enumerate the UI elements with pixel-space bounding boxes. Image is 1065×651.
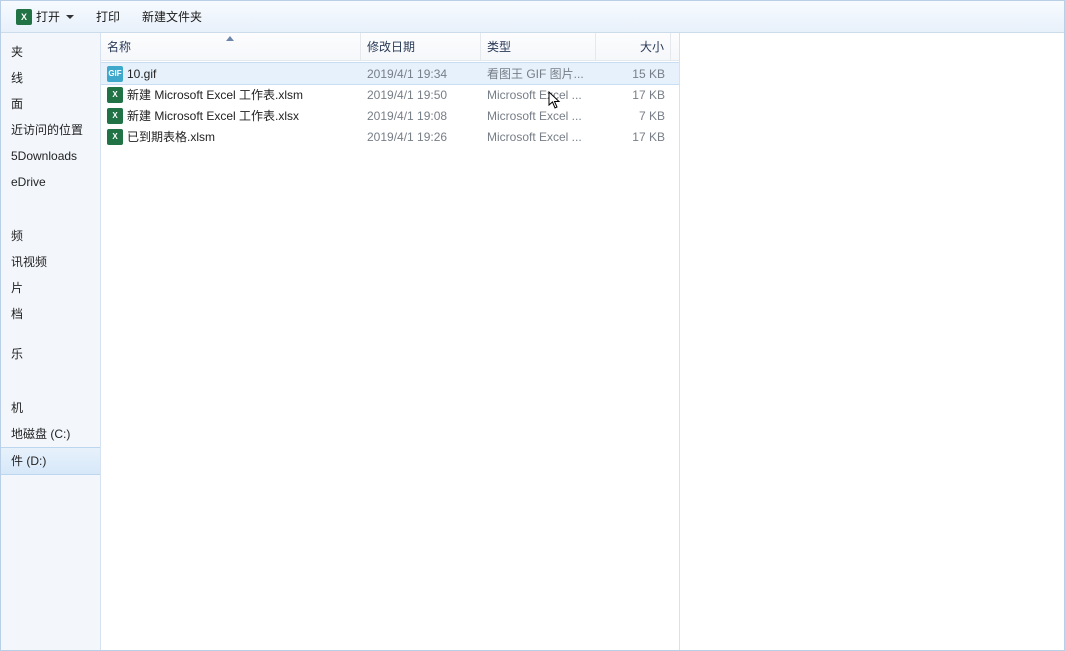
file-name-cell: X新建 Microsoft Excel 工作表.xlsm — [101, 86, 361, 103]
file-row[interactable]: X新建 Microsoft Excel 工作表.xlsx2019/4/1 19:… — [101, 105, 679, 126]
print-label: 打印 — [96, 8, 120, 25]
column-modified-label: 修改日期 — [367, 38, 415, 55]
nav-spacer — [1, 381, 100, 395]
file-name-cell: X新建 Microsoft Excel 工作表.xlsx — [101, 107, 361, 124]
file-name-label: 10.gif — [127, 67, 156, 81]
nav-item-label: 频 — [11, 229, 23, 243]
nav-item[interactable]: 地磁盘 (C:) — [1, 421, 100, 447]
nav-item-label: 面 — [11, 97, 23, 111]
column-headers: 名称 修改日期 类型 大小 — [101, 33, 679, 61]
nav-item-label: 夹 — [11, 45, 23, 59]
nav-spacer — [1, 195, 100, 209]
nav-item[interactable]: eDrive — [1, 169, 100, 195]
file-row[interactable]: GIF 10.gif 2019/4/1 19:34看图王 GIF 图片...15 K… — [101, 63, 679, 84]
file-type-cell: Microsoft Excel ... — [481, 130, 596, 144]
open-label: 打开 — [36, 8, 60, 25]
column-size[interactable]: 大小 — [596, 33, 671, 60]
chevron-down-icon — [66, 15, 74, 19]
excel-file-icon: X — [107, 87, 123, 103]
nav-item-label: 机 — [11, 401, 23, 415]
excel-icon: X — [16, 9, 32, 25]
file-size-cell: 7 KB — [596, 109, 671, 123]
new-folder-label: 新建文件夹 — [142, 8, 202, 25]
nav-item[interactable]: 近访问的位置 — [1, 117, 100, 143]
file-row[interactable]: X新建 Microsoft Excel 工作表.xlsm2019/4/1 19:… — [101, 84, 679, 105]
file-row[interactable]: X已到期表格.xlsm2019/4/1 19:26Microsoft Excel… — [101, 126, 679, 147]
column-name-label: 名称 — [107, 38, 131, 55]
nav-item-label: 近访问的位置 — [11, 123, 83, 137]
nav-item[interactable]: 片 — [1, 275, 100, 301]
body: 夹线面近访问的位置 5Downloads eDrive 频讯视频片档乐机地磁盘 (C:… — [1, 33, 1064, 650]
gif-file-icon: GIF — [107, 66, 123, 82]
excel-file-icon: X — [107, 129, 123, 145]
nav-spacer — [1, 367, 100, 381]
file-modified-cell: 2019/4/1 19:50 — [361, 88, 481, 102]
nav-item[interactable]: 讯视频 — [1, 249, 100, 275]
new-folder-button[interactable]: 新建文件夹 — [133, 4, 211, 29]
nav-spacer — [1, 327, 100, 341]
nav-item[interactable]: 频 — [1, 223, 100, 249]
nav-sidebar: 夹线面近访问的位置 5Downloads eDrive 频讯视频片档乐机地磁盘 (C:… — [1, 33, 101, 650]
nav-item-label: eDrive — [11, 175, 46, 189]
toolbar: X 打开 打印 新建文件夹 — [1, 1, 1064, 33]
file-name-label: 新建 Microsoft Excel 工作表.xlsm — [127, 86, 303, 103]
column-size-label: 大小 — [640, 38, 664, 55]
nav-item[interactable]: 档 — [1, 301, 100, 327]
nav-spacer — [1, 209, 100, 223]
column-type-label: 类型 — [487, 38, 511, 55]
file-name-cell: GIF 10.gif — [101, 66, 361, 82]
nav-item[interactable]: 线 — [1, 65, 100, 91]
file-name-cell: X已到期表格.xlsm — [101, 128, 361, 145]
nav-item[interactable]: 机 — [1, 395, 100, 421]
nav-item-label: 讯视频 — [11, 255, 47, 269]
column-modified[interactable]: 修改日期 — [361, 33, 481, 60]
file-modified-cell: 2019/4/1 19:08 — [361, 109, 481, 123]
file-name-label: 新建 Microsoft Excel 工作表.xlsx — [127, 107, 299, 124]
file-modified-cell: 2019/4/1 19:34 — [361, 67, 481, 81]
file-type-cell: Microsoft Excel ... — [481, 109, 596, 123]
nav-item[interactable]: 5Downloads — [1, 143, 100, 169]
nav-item-label: 件 (D:) — [11, 454, 46, 468]
file-type-cell: Microsoft Excel ... — [481, 88, 596, 102]
file-type-cell: 看图王 GIF 图片... — [481, 65, 596, 82]
file-modified-cell: 2019/4/1 19:26 — [361, 130, 481, 144]
file-rows: GIF 10.gif 2019/4/1 19:34看图王 GIF 图片...15 K… — [101, 61, 679, 650]
excel-file-icon: X — [107, 108, 123, 124]
preview-pane — [679, 33, 1064, 650]
nav-item[interactable]: 件 (D:) — [1, 447, 100, 475]
nav-item-label: 乐 — [11, 347, 23, 361]
nav-item[interactable]: 面 — [1, 91, 100, 117]
column-type[interactable]: 类型 — [481, 33, 596, 60]
nav-item[interactable]: 乐 — [1, 341, 100, 367]
file-list-pane: 名称 修改日期 类型 大小 GIF 10.gif 2019/4/1 19:34看图王… — [101, 33, 679, 650]
sort-ascending-icon — [226, 36, 234, 41]
nav-item-label: 线 — [11, 71, 23, 85]
file-name-label: 已到期表格.xlsm — [127, 128, 215, 145]
open-button[interactable]: X 打开 — [7, 4, 83, 29]
nav-item-label: 5Downloads — [11, 149, 77, 163]
column-name[interactable]: 名称 — [101, 33, 361, 60]
nav-item-label: 片 — [11, 281, 23, 295]
file-size-cell: 15 KB — [596, 67, 671, 81]
print-button[interactable]: 打印 — [87, 4, 129, 29]
file-size-cell: 17 KB — [596, 88, 671, 102]
nav-item-label: 地磁盘 (C:) — [11, 427, 70, 441]
nav-item-label: 档 — [11, 307, 23, 321]
nav-item[interactable]: 夹 — [1, 39, 100, 65]
explorer-window: X 打开 打印 新建文件夹 夹线面近访问的位置 5Downloads eDrive 频… — [0, 0, 1065, 651]
file-size-cell: 17 KB — [596, 130, 671, 144]
